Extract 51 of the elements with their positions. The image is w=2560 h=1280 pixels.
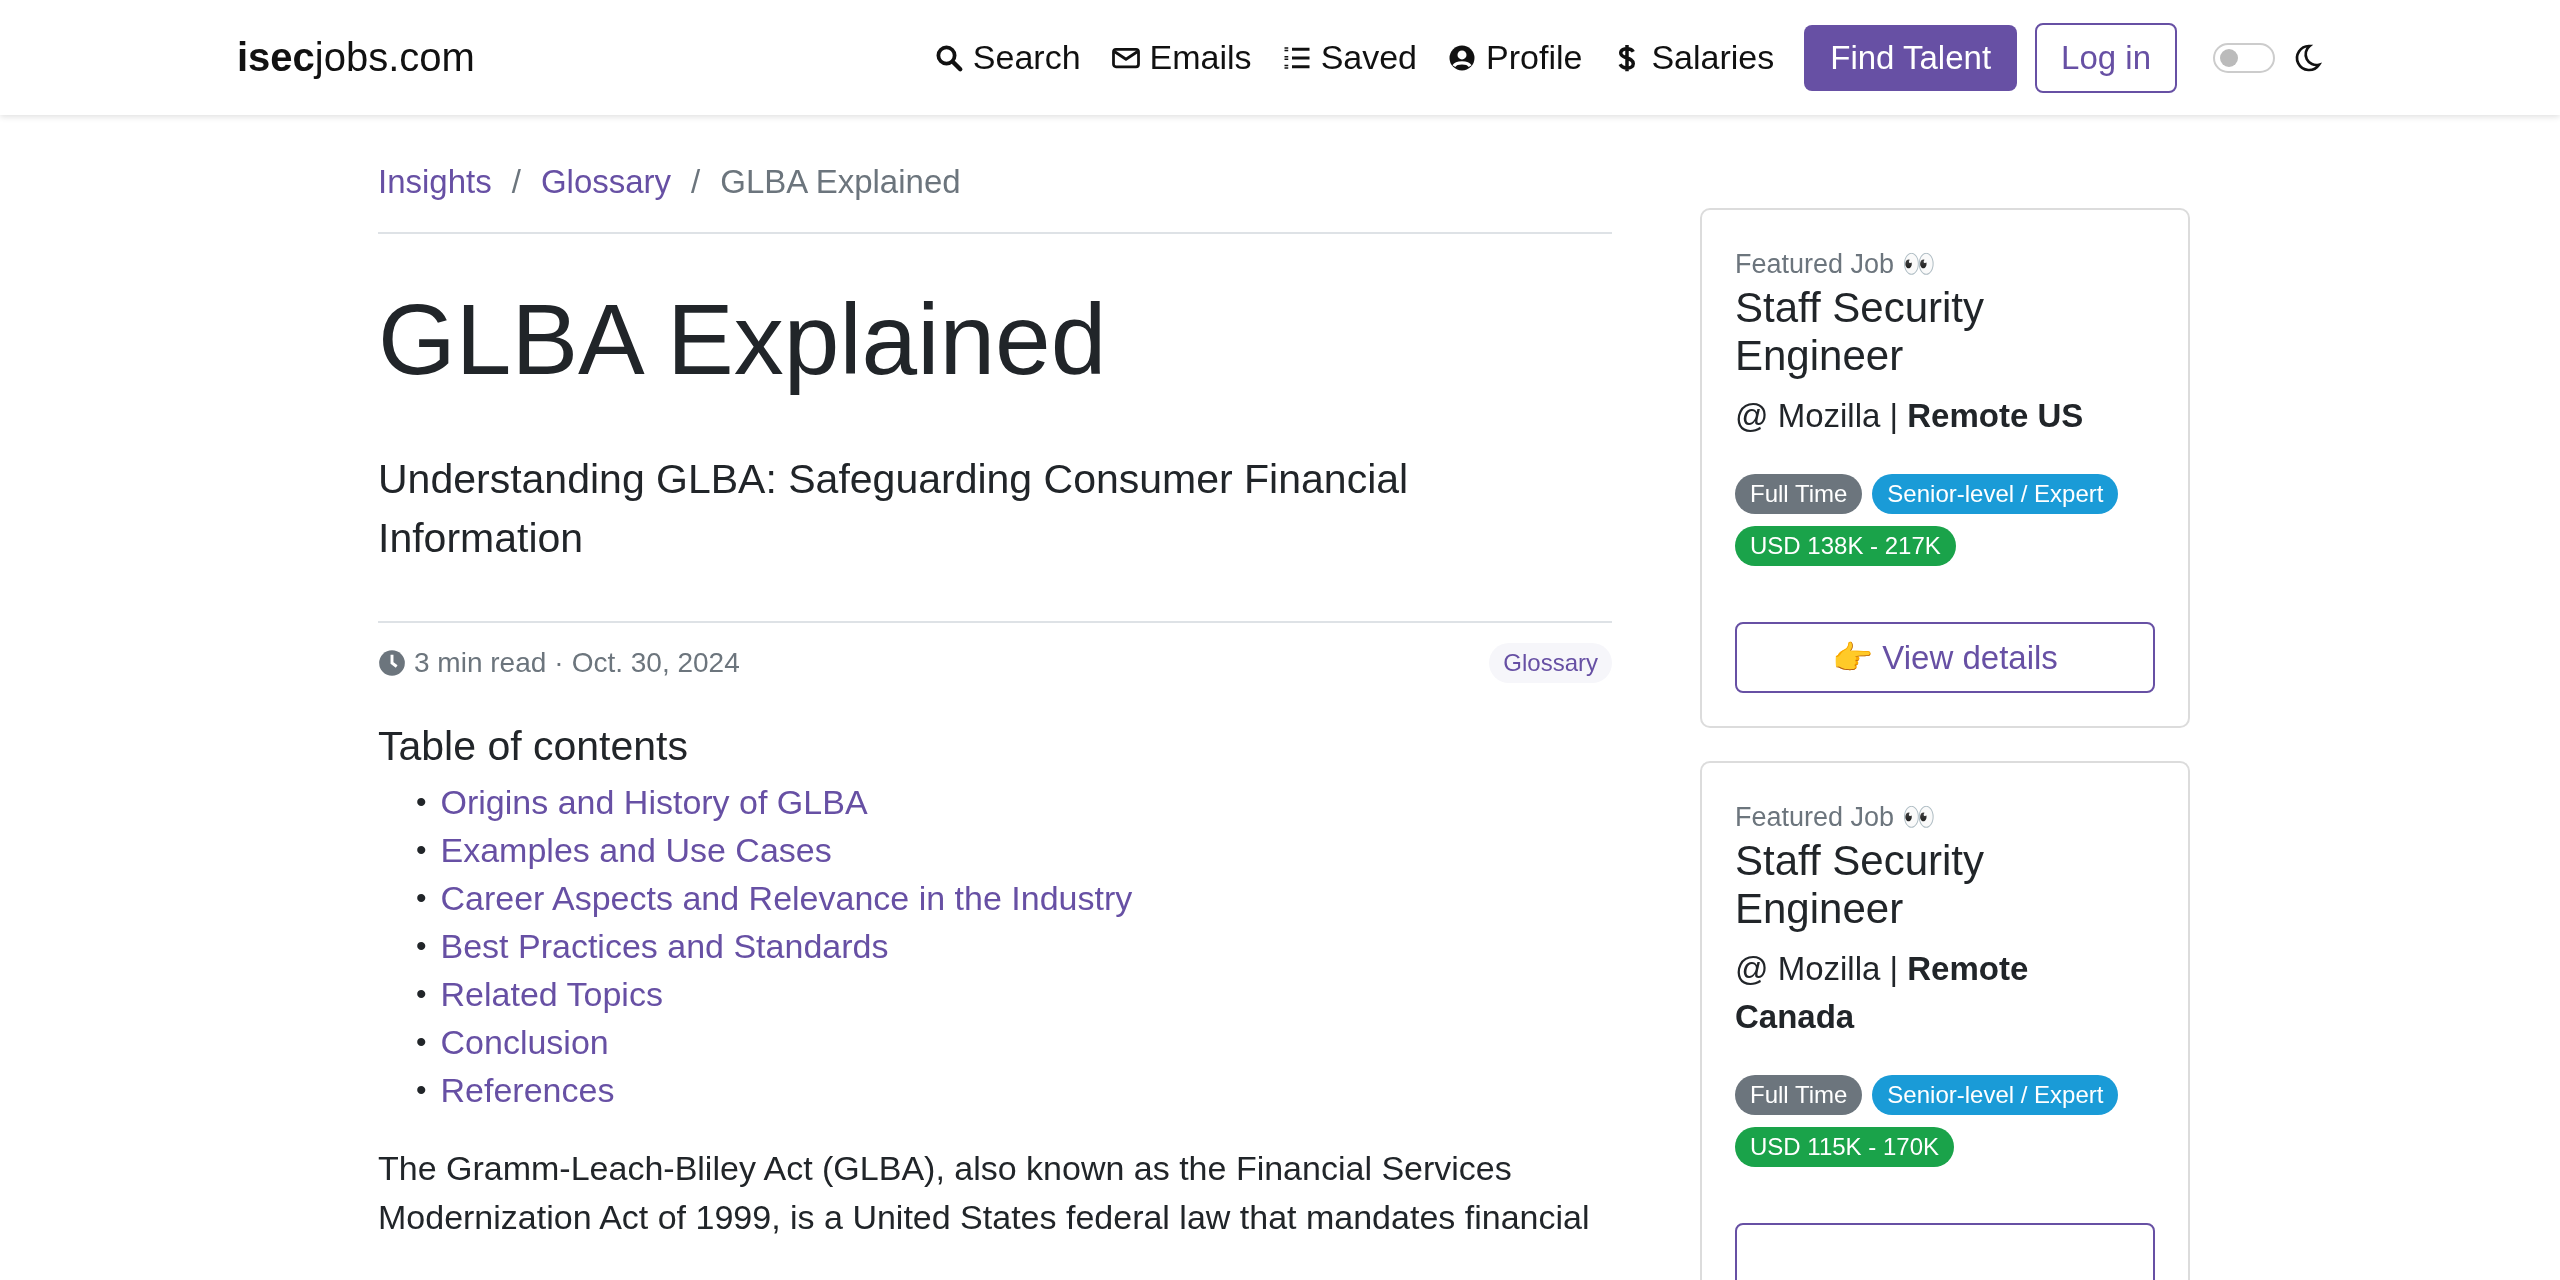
bullet: • — [416, 1071, 427, 1108]
toc-link[interactable]: Conclusion — [440, 1017, 609, 1066]
nav-link[interactable]: Search — [933, 38, 1081, 77]
toc-link[interactable]: Career Aspects and Relevance in the Industry — [440, 873, 1133, 922]
bullet: • — [416, 927, 427, 964]
publish-date: Oct. 30, 2024 — [571, 646, 740, 679]
find-talent-button[interactable]: Find Talent — [1804, 24, 2018, 91]
company-location: @ Mozilla | Remote US — [1735, 396, 2085, 436]
job-badge: Full Time — [1735, 1075, 1863, 1115]
breadcrumb-separator: / — [511, 165, 521, 198]
job-title[interactable]: Staff Security Engineer — [1735, 284, 2055, 380]
featured-label: Featured Job 👀 — [1735, 248, 1937, 280]
bullet: • — [416, 1023, 427, 1060]
category-tag[interactable]: Glossary — [1489, 642, 1612, 683]
site-logo[interactable]: isecjobs.com — [237, 35, 475, 80]
dot-separator: · — [554, 646, 564, 679]
breadcrumb-link[interactable]: Insights — [378, 165, 492, 198]
company-location: @ Mozilla | Remote Canada — [1735, 949, 2030, 1037]
article-subtitle: Understanding GLBA: Safeguarding Consumer Financial Information — [378, 455, 1410, 564]
theme-toggle[interactable] — [2213, 42, 2275, 73]
breadcrumb-link[interactable]: Glossary — [540, 165, 672, 198]
breadcrumb-current: GLBA Explained — [720, 165, 961, 198]
job-badge: USD 115K - 170K — [1735, 1127, 1954, 1167]
job-badge: USD 138K - 217K — [1735, 526, 1956, 566]
clock-icon — [378, 648, 406, 677]
job-badge: Full Time — [1735, 474, 1863, 514]
toc-link[interactable]: Examples and Use Cases — [440, 825, 832, 874]
nav-link[interactable]: Saved — [1281, 38, 1418, 77]
bullet: • — [416, 975, 427, 1012]
read-time: 3 min read — [414, 646, 547, 679]
toc-link[interactable]: Origins and History of GLBA — [440, 777, 868, 826]
article-title: GLBA Explained — [378, 284, 1108, 394]
breadcrumb-separator: / — [691, 165, 701, 198]
bullet: • — [416, 831, 427, 868]
bullet: • — [416, 879, 427, 916]
toc-link[interactable]: Related Topics — [440, 969, 663, 1018]
view-details-button[interactable]: 👉 View details — [1735, 622, 2155, 693]
featured-label: Featured Job 👀 — [1735, 801, 1937, 833]
article-paragraph: The Gramm-Leach-Bliley Act (GLBA), also known as the Financial Services Modernization Act of 1999, is a United States federal law that mandates financial — [378, 1147, 1591, 1238]
toc-heading: Table of contents — [378, 722, 689, 770]
job-badge: Senior-level / Expert — [1872, 474, 2119, 514]
job-title[interactable]: Staff Security Engineer — [1735, 837, 2055, 933]
login-button[interactable]: Log in — [2035, 22, 2177, 93]
nav-link[interactable]: Salaries — [1612, 38, 1775, 77]
toc-link[interactable]: References — [440, 1065, 615, 1114]
job-badge: Senior-level / Expert — [1872, 1075, 2119, 1115]
button-edge[interactable] — [1735, 1223, 2155, 1280]
bullet: • — [416, 783, 427, 820]
nav-link[interactable]: Emails — [1110, 38, 1252, 77]
nav-link[interactable]: Profile — [1447, 38, 1583, 77]
toc-link[interactable]: Best Practices and Standards — [440, 921, 889, 970]
